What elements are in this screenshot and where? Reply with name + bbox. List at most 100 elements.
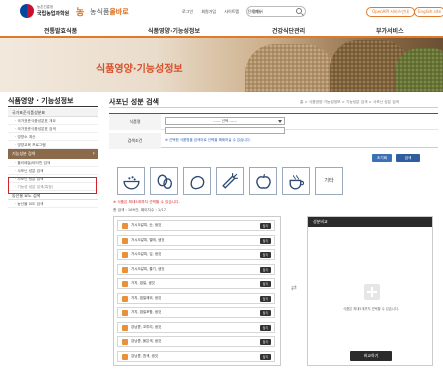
add-food-button[interactable]: 담기 <box>260 295 271 302</box>
brand-name[interactable]: 농식품올바로 <box>90 7 129 17</box>
english-site-button[interactable]: English site <box>414 7 443 17</box>
add-food-button[interactable]: 담기 <box>260 252 271 258</box>
category-fruit[interactable] <box>249 167 277 195</box>
food-result-list: 가시오갈피, 순, 생것 담기 가시오갈피, 열매, 생것 담기 가시오갈피, 잎, 생… <box>113 216 281 366</box>
list-item[interactable]: 가시오갈피, 잎, 생것 담기 <box>117 249 275 260</box>
add-food-button[interactable]: 담기 <box>260 310 271 316</box>
add-food-button[interactable]: 담기 <box>260 223 271 229</box>
add-food-button[interactable]: 담기 <box>260 353 271 360</box>
condition-note: ※ 선택한 식품명을 검색어로 선택을 해제하실 수 있습니다. <box>165 138 251 142</box>
potato-icon <box>190 175 205 190</box>
add-food-button[interactable]: 담기 <box>260 324 271 331</box>
sidebar-subitem[interactable]: · 국가표준식품성분표 개요 <box>8 117 98 125</box>
site-search <box>246 6 306 17</box>
food-thumbnail-icon <box>122 324 128 331</box>
sidebar-subitem[interactable]: · 국가표준식품성분표 검색 <box>8 125 98 133</box>
sidebar-item-active[interactable]: 기능성분 검색 <box>8 149 98 159</box>
brand-accent: 올바로 <box>109 8 129 16</box>
list-item[interactable]: 가시오갈피, 줄기, 생것 담기 <box>117 263 275 275</box>
compare-note: 식품은 최대5개까지 선택할 수 있습니다. <box>343 307 399 311</box>
food-name: 강낭콩, 흰색, 생것 <box>131 353 158 358</box>
sidebar-title: 식품영양 · 기능성정보 <box>8 97 74 105</box>
list-item[interactable]: 가시오갈피, 열매, 생것 담기 <box>117 234 275 246</box>
list-item[interactable]: 가지, 껍질제외, 생것 담기 <box>117 292 275 304</box>
selection-warning: ※ 식품은 최대5개까지 선택할 수 있습니다. <box>113 200 180 204</box>
breadcrumb: 홈 > 식품영양·기능성정보 > 기능성분 검색 > 사포닌 성분 검색 <box>300 100 400 104</box>
sitemap-link[interactable]: 사이트맵 <box>224 9 239 14</box>
transfer-arrows-icon: ⇄ <box>291 284 297 292</box>
food-name: 강낭콩, 꼬투리, 생것 <box>131 324 162 329</box>
compare-header: 성분비교 <box>308 217 432 227</box>
search-button[interactable]: 검색 <box>396 154 420 162</box>
list-item[interactable]: 가지, 껍질포함, 생것 담기 <box>117 307 275 318</box>
reset-button[interactable]: 초기화 <box>372 154 392 162</box>
signup-link[interactable]: 회원가입 <box>201 9 216 14</box>
openapi-button[interactable]: OpenAPI 서비스안내 <box>366 7 415 17</box>
food-thumbnail-icon <box>122 281 128 287</box>
top-bar: 농촌진흥청 국립농업과학원 농 농식품올바로 로그인 회원가입 사이트맵 전체메… <box>0 0 443 24</box>
form-row-food: 식품명 ------ 선택 ------ <box>109 114 438 134</box>
tea-cup-icon <box>289 175 305 190</box>
add-food-button[interactable]: 담기 <box>260 281 271 287</box>
login-link[interactable]: 로그인 <box>182 9 193 14</box>
compare-button[interactable]: 비교하기 <box>350 351 392 361</box>
hero-banner: 식품영양·기능성정보 <box>0 38 443 92</box>
food-name: 가지, 껍질포함, 생것 <box>131 310 162 314</box>
food-thumbnail-icon <box>122 353 128 360</box>
grain-sack-image <box>245 44 335 92</box>
search-icon[interactable] <box>296 8 302 14</box>
list-item[interactable]: 강낭콩, 꼬투리, 생것 담기 <box>117 321 275 333</box>
gnb-fermented-food[interactable]: 전통발효식품 <box>44 26 77 35</box>
food-thumbnail-icon <box>122 223 128 229</box>
food-thumbnail-icon <box>122 339 128 345</box>
list-item[interactable]: 강낭콩, 붉은색, 생것 담기 <box>117 336 275 347</box>
food-name: 가지, 껍질제외, 생것 <box>131 295 162 300</box>
category-potato[interactable] <box>183 167 211 195</box>
add-food-button[interactable]: 담기 <box>260 266 271 273</box>
food-name: 가시오갈피, 순, 생것 <box>131 223 162 227</box>
sidebar-subitem[interactable]: · 폴리페놀/비타민 검색 <box>8 159 98 167</box>
form-row-condition: 검색조건 ※ 선택한 식품명을 검색어로 선택을 해제하실 수 있습니다. <box>109 133 438 149</box>
food-name: 가시오갈피, 줄기, 생것 <box>131 266 165 271</box>
category-other[interactable]: 기타 <box>315 167 343 195</box>
list-item[interactable]: 강낭콩, 흰색, 생것 담기 <box>117 350 275 362</box>
add-food-button[interactable]: 담기 <box>260 339 271 345</box>
site-search-input[interactable] <box>247 7 295 16</box>
food-name-label: 식품명 <box>109 114 161 130</box>
food-name: 가지, 껍질, 생것 <box>131 281 155 285</box>
government-emblem-icon[interactable] <box>20 4 34 18</box>
result-count: 총 검색 : 169건, 페이지수 : 1/17 <box>113 208 167 212</box>
sidebar-subitem[interactable]: · 영양소 계산 <box>8 133 98 141</box>
apple-icon <box>256 173 271 189</box>
page-title: 사포닌 성분 검색 <box>109 98 159 106</box>
sidebar-subitem[interactable]: · 영양교육 프로그램 <box>8 141 98 149</box>
add-food-button[interactable]: 담기 <box>260 237 271 244</box>
gov-name[interactable]: 국립농업과학원 <box>37 10 69 17</box>
food-select[interactable]: ------ 선택 ------ <box>165 117 285 125</box>
gnb-food-nutrition[interactable]: 식품영양·기능성정보 <box>148 26 200 35</box>
category-grain[interactable] <box>117 167 145 195</box>
sidebar-subitem[interactable]: · 농산물 요도 검색 <box>8 200 98 208</box>
list-item[interactable]: 가시오갈피, 순, 생것 담기 <box>117 220 275 231</box>
carrot-icon <box>222 173 238 189</box>
category-vegetable[interactable] <box>216 167 244 195</box>
divider <box>109 107 438 108</box>
food-name: 가시오갈피, 잎, 생것 <box>131 252 162 256</box>
plus-icon <box>364 284 380 300</box>
brand-logo-icon[interactable]: 농 <box>76 5 84 18</box>
sidebar-subitem[interactable]: · 사포닌 성분 검색 <box>8 167 98 175</box>
bean-icon <box>157 174 173 190</box>
food-category-row: 기타 <box>117 167 345 195</box>
grain-bowl-icon <box>123 176 140 190</box>
global-nav: 전통발효식품 식품영양·기능성정보 건강식단관리 부가서비스 <box>0 24 443 38</box>
gnb-diet-management[interactable]: 건강식단관리 <box>272 26 305 35</box>
category-bean[interactable] <box>150 167 178 195</box>
search-form: 식품명 ------ 선택 ------ 검색조건 ※ 선택한 식품명을 검색어… <box>109 113 438 149</box>
list-item[interactable]: 가지, 껍질, 생것 담기 <box>117 278 275 289</box>
gnb-extra-services[interactable]: 부가서비스 <box>376 26 404 35</box>
category-beverage[interactable] <box>282 167 310 195</box>
sidebar-group[interactable]: 국가표준식품성분표 <box>8 108 98 117</box>
food-thumbnail-icon <box>122 310 128 316</box>
chevron-down-icon <box>278 120 282 123</box>
search-condition-label: 검색조건 <box>109 133 161 149</box>
